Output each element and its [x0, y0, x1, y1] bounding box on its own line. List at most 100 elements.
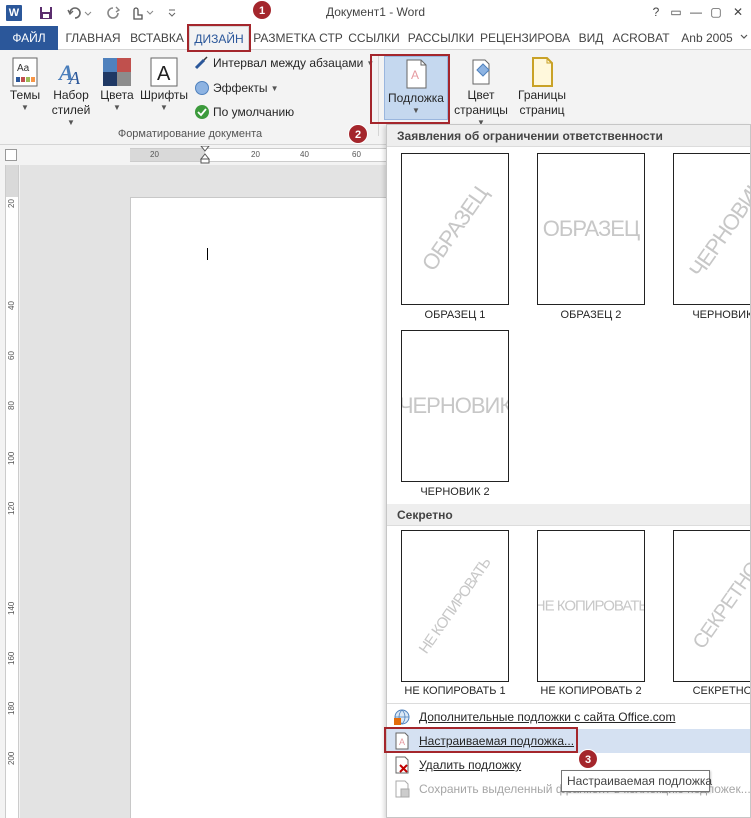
- ruler-tick: 20: [251, 150, 260, 159]
- tab-home[interactable]: ГЛАВНАЯ: [62, 26, 124, 50]
- menu-separator: [387, 703, 750, 704]
- page-borders-icon: [526, 56, 558, 88]
- minimize-button[interactable]: —: [686, 3, 706, 21]
- watermark-preview-text: НЕ КОПИРОВАТЬ: [537, 597, 645, 615]
- chevron-down-icon: ▼: [160, 103, 168, 112]
- page-color-label-2: страницы: [454, 103, 508, 117]
- office-online-icon: [393, 708, 411, 726]
- ruler-tick: 180: [7, 701, 16, 715]
- style-set-icon: AA: [55, 56, 87, 88]
- style-set-label-2: стилей: [51, 103, 91, 117]
- svg-text:A: A: [68, 68, 81, 88]
- indent-marker-icon[interactable]: [200, 146, 210, 164]
- title-bar: W Документ1 - Word ? ▭ — ▢ ✕: [0, 0, 751, 26]
- ribbon-tabs: ФАЙЛ ГЛАВНАЯ ВСТАВКА ДИЗАЙН РАЗМЕТКА СТР…: [0, 26, 751, 51]
- more-watermarks-label: Дополнительные подложки с сайта Office.c…: [419, 710, 676, 724]
- tab-acrobat[interactable]: ACROBAT: [611, 26, 671, 50]
- tab-selector[interactable]: [5, 149, 17, 161]
- document-page[interactable]: [130, 197, 390, 818]
- word-window: W Документ1 - Word ? ▭ — ▢ ✕ ФАЙЛ ГЛАВНА…: [0, 0, 751, 818]
- watermark-label: ЧЕРНОВИК 2: [420, 486, 490, 498]
- tab-view[interactable]: ВИД: [574, 26, 608, 50]
- text-cursor: [207, 248, 208, 260]
- watermark-thumb-secret-1[interactable]: СЕКРЕТНО: [673, 530, 751, 682]
- tab-page-layout[interactable]: РАЗМЕТКА СТР: [252, 26, 344, 50]
- watermark-thumb-draft-2[interactable]: ЧЕРНОВИК: [401, 330, 509, 482]
- colors-button[interactable]: Цвета ▼: [98, 56, 136, 113]
- svg-text:Aa: Aa: [17, 63, 30, 74]
- watermark-thumb-do-not-copy-1[interactable]: НЕ КОПИРОВАТЬ: [401, 530, 509, 682]
- ruler-tick: 160: [7, 651, 16, 665]
- fonts-icon: A: [148, 56, 180, 88]
- help-button[interactable]: ?: [646, 3, 666, 21]
- ribbon-display-button[interactable]: ▭: [666, 3, 686, 21]
- ruler-tick: 80: [7, 401, 16, 410]
- watermark-label: ЧЕРНОВИК 1: [692, 309, 751, 321]
- watermark-preview-text: ОБРАЗЕЦ: [416, 182, 493, 276]
- chevron-down-icon: ▼: [113, 103, 121, 112]
- ruler-tick: 20: [7, 199, 16, 208]
- collapse-ribbon-icon[interactable]: [738, 26, 750, 50]
- tab-file[interactable]: ФАЙЛ: [0, 26, 58, 50]
- watermark-preview-text: СЕКРЕТНО: [688, 558, 751, 654]
- ruler-margin-left: [130, 149, 205, 161]
- page-borders-label-1: Границы: [518, 88, 566, 102]
- group-label-document-formatting: Форматирование документа: [117, 128, 263, 140]
- fonts-button[interactable]: A Шрифты ▼: [138, 56, 190, 113]
- paragraph-spacing-button[interactable]: Интервал между абзацами ▼: [194, 56, 374, 70]
- watermark-thumb-sample-1[interactable]: ОБРАЗЕЦ: [401, 153, 509, 305]
- watermark-preview-text: ОБРАЗЕЦ: [542, 216, 640, 241]
- callout-badge-2: 2: [348, 124, 368, 144]
- close-button[interactable]: ✕: [728, 3, 748, 21]
- svg-text:A: A: [157, 63, 171, 85]
- watermark-label: НЕ КОПИРОВАТЬ 2: [540, 685, 642, 697]
- tab-insert[interactable]: ВСТАВКА: [128, 26, 186, 50]
- tab-mailings[interactable]: РАССЫЛКИ: [405, 26, 477, 50]
- watermark-label: НЕ КОПИРОВАТЬ 1: [404, 685, 506, 697]
- watermark-thumb-sample-2[interactable]: ОБРАЗЕЦ: [537, 153, 645, 305]
- page-color-icon: [465, 56, 497, 88]
- tab-user[interactable]: Anb 2005: [676, 26, 738, 50]
- save-to-gallery-icon: [393, 780, 411, 798]
- maximize-button[interactable]: ▢: [706, 3, 726, 21]
- remove-watermark-label: Удалить подложку: [419, 758, 522, 772]
- horizontal-ruler[interactable]: 20 20 40 60: [130, 146, 386, 164]
- paragraph-spacing-label: Интервал между абзацами: [213, 56, 364, 70]
- themes-button[interactable]: Aa Темы ▼: [4, 56, 46, 113]
- paragraph-spacing-icon: [194, 56, 208, 70]
- tab-review[interactable]: РЕЦЕНЗИРОВА: [480, 26, 570, 50]
- watermark-label: ОБРАЗЕЦ 1: [424, 309, 486, 321]
- highlight-box-custom-watermark: [384, 727, 578, 753]
- set-as-default-label: По умолчанию: [213, 105, 295, 119]
- tab-references[interactable]: ССЫЛКИ: [346, 26, 402, 50]
- ruler-tick: 140: [7, 601, 16, 615]
- effects-button[interactable]: Эффекты ▼: [194, 80, 278, 96]
- more-watermarks-office-item[interactable]: Дополнительные подложки с сайта Office.c…: [387, 705, 750, 729]
- fonts-label: Шрифты: [139, 88, 189, 102]
- style-set-label-1: Набор: [53, 88, 89, 102]
- remove-watermark-icon: [393, 756, 411, 774]
- watermark-preview-text: ЧЕРНОВИК: [401, 393, 509, 418]
- callout-badge-1: 1: [252, 0, 272, 20]
- highlight-box-watermark: [370, 54, 450, 124]
- page-color-button[interactable]: Цвет страницы ▼: [452, 56, 510, 128]
- themes-icon: Aa: [9, 56, 41, 88]
- style-set-button[interactable]: AA Набор стилей ▼: [48, 56, 94, 128]
- section-header-confidential: Секретно: [387, 504, 750, 526]
- colors-label: Цвета: [100, 88, 134, 102]
- vertical-ruler[interactable]: 20 40 60 80 100 120 140 160 180 200: [5, 165, 19, 818]
- watermark-thumb-draft-1[interactable]: ЧЕРНОВИК: [673, 153, 751, 305]
- page-borders-button[interactable]: Границы страниц: [512, 56, 572, 118]
- chevron-down-icon: ▼: [270, 83, 279, 93]
- callout-badge-3: 3: [578, 749, 598, 769]
- custom-watermark-tooltip: Настраиваемая подложка: [561, 770, 712, 792]
- ruler-tick: 60: [352, 150, 361, 159]
- ruler-tick: 200: [7, 751, 16, 765]
- ruler-tick: 60: [7, 351, 16, 360]
- watermark-preview-text: ЧЕРНОВИК: [684, 175, 751, 282]
- set-as-default-button[interactable]: По умолчанию: [194, 104, 294, 120]
- themes-label: Темы: [9, 88, 41, 102]
- watermark-thumb-do-not-copy-2[interactable]: НЕ КОПИРОВАТЬ: [537, 530, 645, 682]
- page-color-label-1: Цвет: [467, 88, 495, 102]
- highlight-box-design-tab: [187, 24, 251, 52]
